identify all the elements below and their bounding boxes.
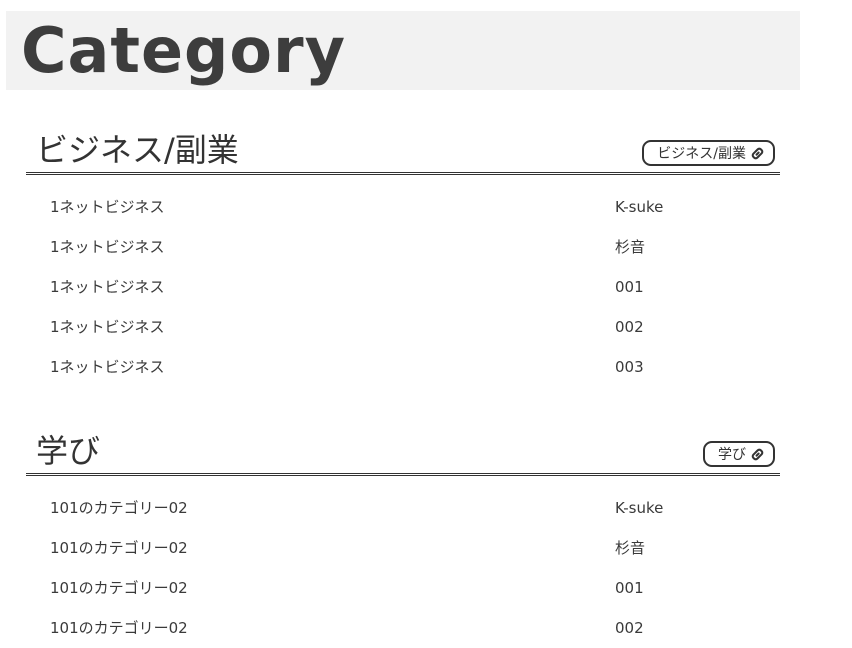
list-item[interactable]: 1ネットビジネス 003 <box>26 347 780 387</box>
post-author[interactable]: 杉音 <box>615 538 645 558</box>
list-item[interactable]: 1ネットビジネス 001 <box>26 267 780 307</box>
link-icon <box>750 447 765 462</box>
list-item[interactable]: 101のカテゴリー02 杉音 <box>26 528 780 568</box>
category-link-button[interactable]: 学び <box>703 441 775 467</box>
category-section-business: ビジネス/副業 ビジネス/副業 1ネットビジネス K-suke 1ネットビジネス… <box>26 126 780 387</box>
post-author[interactable]: 002 <box>615 317 644 337</box>
category-link-button[interactable]: ビジネス/副業 <box>642 140 775 166</box>
post-title[interactable]: 1ネットビジネス <box>50 237 165 257</box>
post-author[interactable]: 003 <box>615 357 644 377</box>
category-section-learning: 学び 学び 101のカテゴリー02 K-suke 101のカテゴリー02 杉音 <box>26 427 780 648</box>
post-author[interactable]: 002 <box>615 618 644 638</box>
post-author[interactable]: K-suke <box>615 197 663 217</box>
page-header: Category <box>6 11 800 90</box>
post-author[interactable]: 001 <box>615 277 644 297</box>
page-title: Category <box>21 14 346 87</box>
post-list: 101のカテゴリー02 K-suke 101のカテゴリー02 杉音 101のカテ… <box>26 488 780 648</box>
list-item[interactable]: 1ネットビジネス 002 <box>26 307 780 347</box>
section-title: ビジネス/副業 <box>36 131 239 169</box>
post-author[interactable]: 杉音 <box>615 237 645 257</box>
post-title[interactable]: 101のカテゴリー02 <box>50 538 188 558</box>
post-title[interactable]: 101のカテゴリー02 <box>50 578 188 598</box>
link-icon <box>750 146 765 161</box>
post-list: 1ネットビジネス K-suke 1ネットビジネス 杉音 1ネットビジネス 001… <box>26 187 780 387</box>
post-title[interactable]: 1ネットビジネス <box>50 197 165 217</box>
post-author[interactable]: K-suke <box>615 498 663 518</box>
section-header: 学び 学び <box>26 427 780 476</box>
post-title[interactable]: 1ネットビジネス <box>50 277 165 297</box>
post-title[interactable]: 101のカテゴリー02 <box>50 618 188 638</box>
list-item[interactable]: 101のカテゴリー02 002 <box>26 608 780 648</box>
section-header: ビジネス/副業 ビジネス/副業 <box>26 126 780 175</box>
post-title[interactable]: 101のカテゴリー02 <box>50 498 188 518</box>
post-title[interactable]: 1ネットビジネス <box>50 317 165 337</box>
category-link-label: 学び <box>718 447 746 463</box>
post-author[interactable]: 001 <box>615 578 644 598</box>
list-item[interactable]: 101のカテゴリー02 001 <box>26 568 780 608</box>
section-title: 学び <box>36 432 101 470</box>
list-item[interactable]: 101のカテゴリー02 K-suke <box>26 488 780 528</box>
category-link-label: ビジネス/副業 <box>657 146 746 162</box>
post-title[interactable]: 1ネットビジネス <box>50 357 165 377</box>
list-item[interactable]: 1ネットビジネス 杉音 <box>26 227 780 267</box>
list-item[interactable]: 1ネットビジネス K-suke <box>26 187 780 227</box>
